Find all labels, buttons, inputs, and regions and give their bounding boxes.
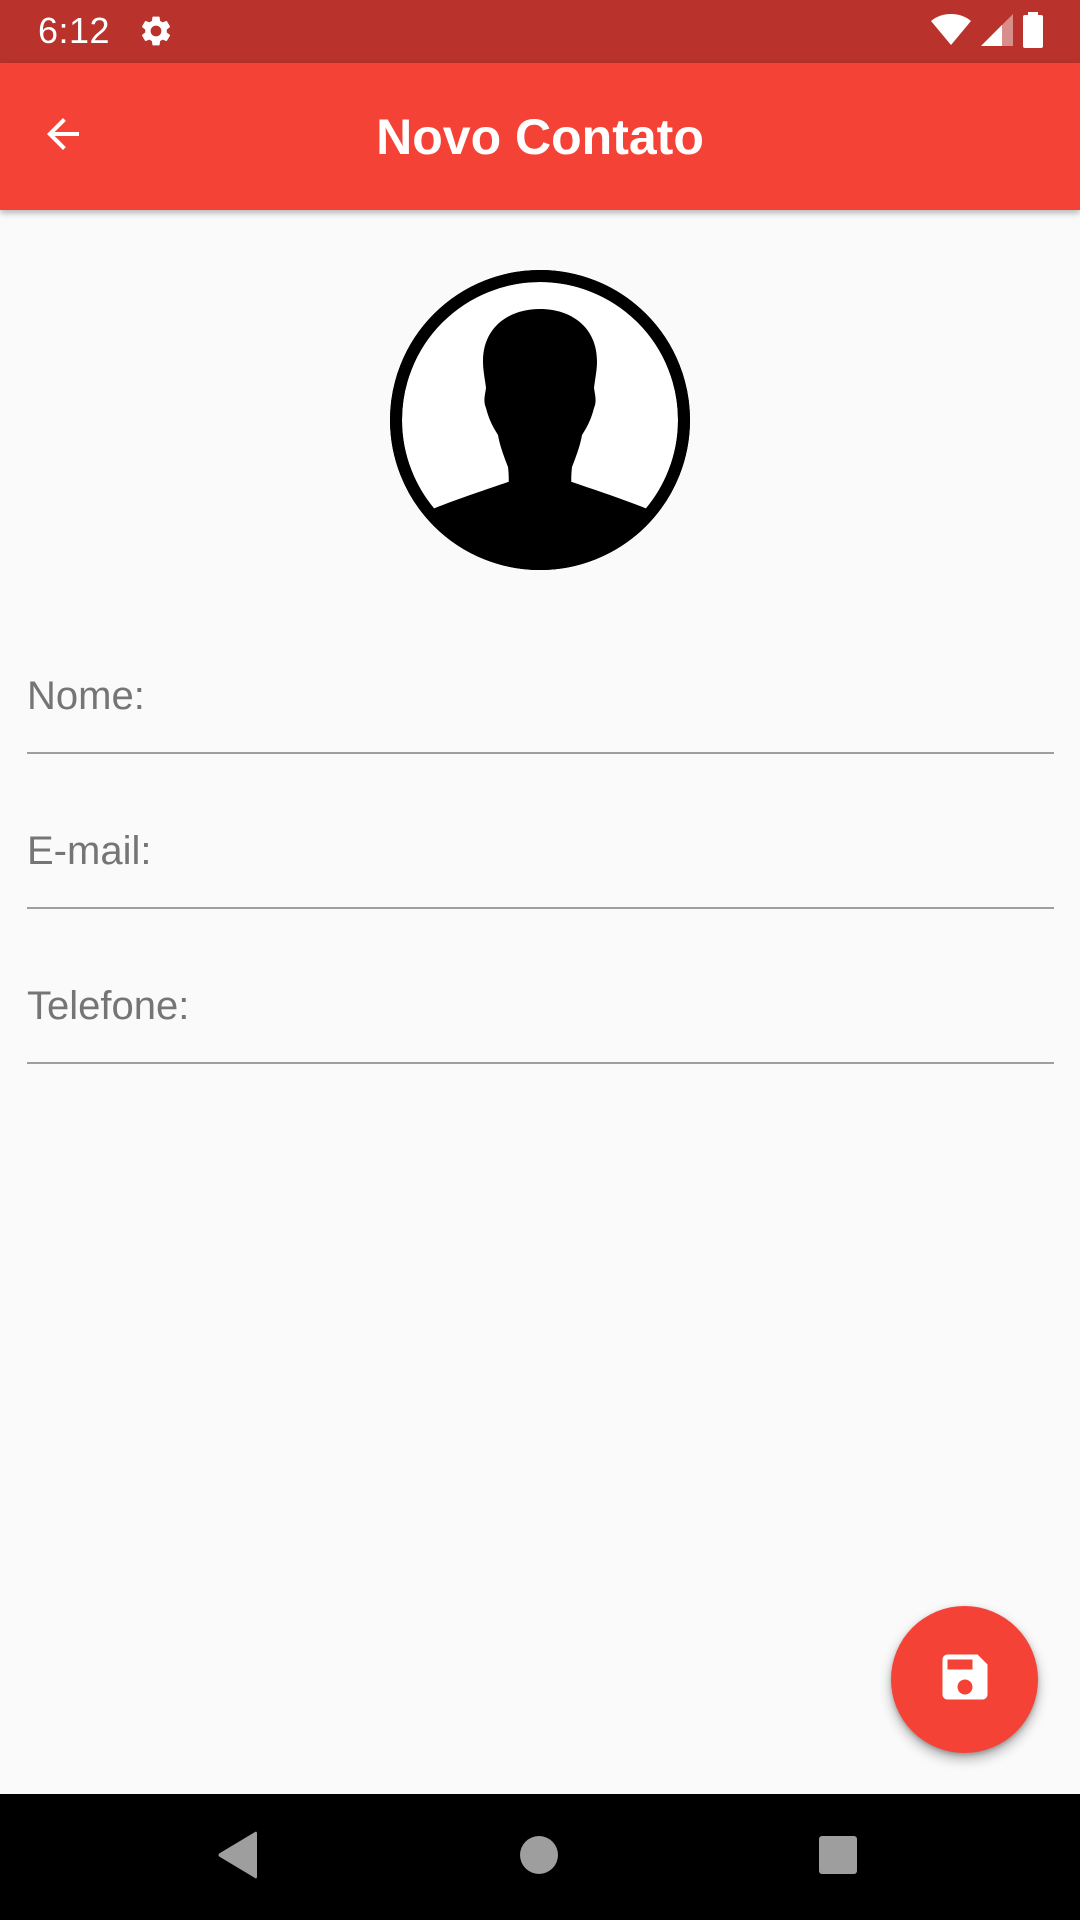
name-input[interactable] bbox=[27, 704, 1054, 744]
nav-home-icon bbox=[519, 1835, 559, 1880]
system-nav-bar bbox=[0, 1794, 1080, 1920]
save-floppy-icon bbox=[935, 1647, 995, 1712]
battery-icon bbox=[1022, 11, 1044, 53]
cell-signal-icon bbox=[980, 13, 1014, 52]
nav-back-icon bbox=[217, 1831, 261, 1884]
name-field[interactable]: Nome: bbox=[27, 652, 1054, 754]
page-title: Novo Contato bbox=[376, 109, 704, 165]
person-placeholder-icon bbox=[390, 270, 690, 574]
email-input[interactable] bbox=[27, 859, 1054, 899]
status-icons bbox=[930, 11, 1044, 53]
settings-gear-icon bbox=[138, 13, 174, 49]
nav-back-button[interactable] bbox=[206, 1824, 272, 1890]
nav-home-button[interactable] bbox=[506, 1824, 572, 1890]
nav-recents-button[interactable] bbox=[805, 1824, 871, 1890]
phone-input[interactable] bbox=[27, 1014, 1054, 1054]
phone-field[interactable]: Telefone: bbox=[27, 962, 1054, 1064]
nav-recents-icon bbox=[818, 1835, 858, 1880]
status-bar: 6:12 bbox=[0, 0, 1080, 63]
save-button[interactable] bbox=[891, 1606, 1038, 1753]
app-bar: Novo Contato bbox=[0, 63, 1080, 210]
wifi-icon bbox=[930, 13, 972, 52]
email-field[interactable]: E-mail: bbox=[27, 807, 1054, 909]
status-time: 6:12 bbox=[38, 10, 111, 51]
contact-avatar[interactable] bbox=[390, 270, 690, 570]
